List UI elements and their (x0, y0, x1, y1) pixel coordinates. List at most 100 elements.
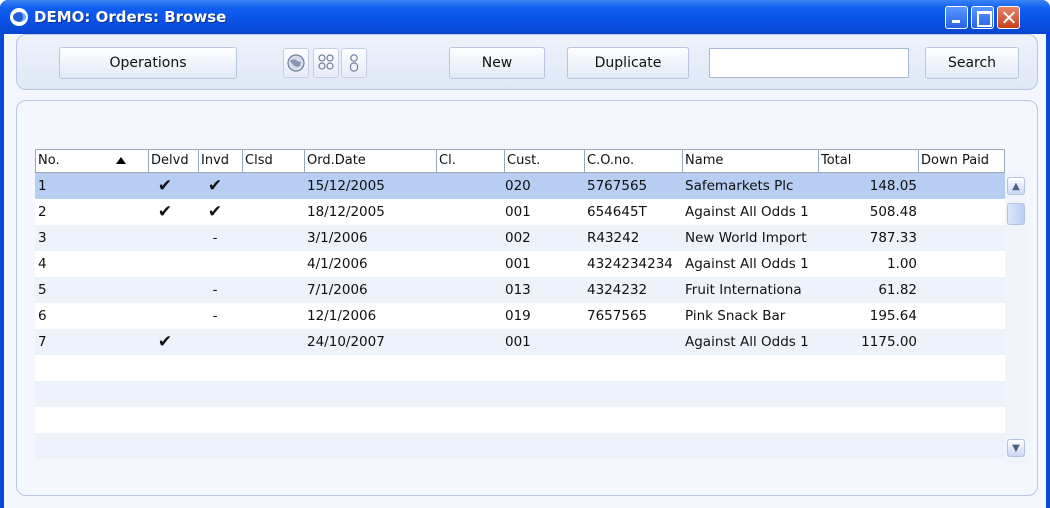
column-header-no[interactable]: No. (36, 150, 148, 172)
scroll-down-icon[interactable]: ▼ (1007, 439, 1025, 457)
cell-delivered (147, 303, 183, 329)
cell-invoiced: - (212, 230, 218, 246)
orders-table: No. Delvd Invd Clsd Ord.Date Cl. Cust. C… (35, 149, 1027, 467)
cell-co-no: 7657565 (587, 308, 648, 324)
cell-order-date: 4/1/2006 (307, 256, 368, 272)
empty-row (35, 433, 1005, 459)
cell-total: 508.48 (869, 204, 917, 220)
cell-delivered (147, 251, 183, 277)
duplicate-button[interactable]: Duplicate (567, 47, 689, 79)
cell-no: 2 (38, 204, 47, 220)
cell-order-date: 18/12/2005 (307, 204, 385, 220)
table-row[interactable]: 1 ✔ ✔ 15/12/2005 020 5767565 Safemarkets… (35, 173, 1005, 199)
cell-delivered (147, 225, 183, 251)
cell-no: 4 (38, 256, 47, 272)
cell-order-date: 15/12/2005 (307, 178, 385, 194)
column-header-ord-date[interactable]: Ord.Date (304, 150, 436, 172)
cell-no: 1 (38, 178, 47, 194)
table-header: No. Delvd Invd Clsd Ord.Date Cl. Cust. C… (35, 149, 1005, 173)
table-row[interactable]: 6 - 12/1/2006 019 7657565 Pink Snack Bar… (35, 303, 1005, 329)
column-header-delvd[interactable]: Delvd (148, 150, 198, 172)
maximize-button[interactable] (971, 6, 994, 29)
cell-order-date: 24/10/2007 (307, 334, 385, 350)
cell-co-no: 654645T (587, 204, 647, 220)
column-header-cust[interactable]: Cust. (504, 150, 584, 172)
cell-total: 148.05 (869, 178, 917, 194)
table-row[interactable]: 2 ✔ ✔ 18/12/2005 001 654645T Against All… (35, 199, 1005, 225)
table-row[interactable]: 5 - 7/1/2006 013 4324232 Fruit Internati… (35, 277, 1005, 303)
cell-name: New World Import (685, 230, 807, 246)
cell-customer: 013 (505, 282, 531, 298)
person-icon[interactable] (341, 48, 367, 78)
table-row[interactable]: 3 - 3/1/2006 002 R43242 New World Import… (35, 225, 1005, 251)
column-header-cl[interactable]: Cl. (436, 150, 504, 172)
search-input[interactable] (709, 48, 909, 78)
cell-order-date: 12/1/2006 (307, 308, 377, 324)
operations-button[interactable]: Operations (59, 47, 237, 79)
cell-customer: 001 (505, 204, 531, 220)
scroll-thumb[interactable] (1007, 203, 1025, 225)
cell-name: Pink Snack Bar (685, 308, 786, 324)
app-icon (10, 8, 28, 26)
column-header-down-paid[interactable]: Down Paid (918, 150, 1006, 172)
cell-delivered (147, 277, 183, 303)
cell-no: 3 (38, 230, 47, 246)
window-title: DEMO: Orders: Browse (34, 8, 227, 26)
cell-no: 5 (38, 282, 47, 298)
cell-invoiced: ✔ (207, 202, 223, 222)
vertical-scrollbar[interactable]: ▲ ▼ (1005, 173, 1027, 465)
people-icon[interactable] (313, 48, 339, 78)
cell-invoiced: - (212, 308, 218, 324)
cell-delivered: ✔ (157, 332, 173, 352)
column-header-total[interactable]: Total (818, 150, 918, 172)
cell-co-no: 5767565 (587, 178, 648, 194)
close-button[interactable] (997, 6, 1020, 29)
cell-invoiced: ✔ (207, 176, 223, 196)
cell-invoiced (197, 251, 233, 277)
cell-customer: 002 (505, 230, 531, 246)
cell-name: Against All Odds 1 (685, 334, 809, 350)
cell-name: Against All Odds 1 (685, 256, 809, 272)
app-window: DEMO: Orders: Browse Operations New Dupl… (0, 0, 1050, 508)
cell-name: Safemarkets Plc (685, 178, 794, 194)
table-row[interactable]: 4 4/1/2006 001 4324234234 Against All Od… (35, 251, 1005, 277)
table-body: 1 ✔ ✔ 15/12/2005 020 5767565 Safemarkets… (35, 173, 1005, 459)
empty-row (35, 407, 1005, 433)
cell-co-no: 4324234234 (587, 256, 673, 272)
column-header-invd[interactable]: Invd (198, 150, 242, 172)
cell-total: 1.00 (886, 256, 917, 272)
cell-no: 7 (38, 334, 47, 350)
cell-co-no (587, 329, 683, 355)
cell-no: 6 (38, 308, 47, 324)
cell-delivered: ✔ (157, 176, 173, 196)
globe-icon[interactable] (283, 48, 309, 78)
minimize-button[interactable] (945, 6, 968, 29)
cell-total: 787.33 (869, 230, 917, 246)
cell-order-date: 3/1/2006 (307, 230, 368, 246)
cell-total: 195.64 (869, 308, 917, 324)
cell-name: Fruit Internationa (685, 282, 802, 298)
column-header-name[interactable]: Name (682, 150, 818, 172)
column-header-clsd[interactable]: Clsd (242, 150, 304, 172)
cell-order-date: 7/1/2006 (307, 282, 368, 298)
column-header-co-no[interactable]: C.O.no. (584, 150, 682, 172)
empty-row (35, 381, 1005, 407)
scroll-up-icon[interactable]: ▲ (1007, 177, 1025, 195)
cell-total: 1175.00 (861, 334, 917, 350)
cell-customer: 019 (505, 308, 531, 324)
cell-total: 61.82 (878, 282, 917, 298)
cell-invoiced (197, 329, 233, 355)
cell-co-no: 4324232 (587, 282, 648, 298)
table-row[interactable]: 7 ✔ 24/10/2007 001 Against All Odds 1 11… (35, 329, 1005, 355)
title-bar[interactable]: DEMO: Orders: Browse (0, 0, 1050, 34)
cell-co-no: R43242 (587, 230, 640, 246)
cell-name: Against All Odds 1 (685, 204, 809, 220)
browse-panel: No. Delvd Invd Clsd Ord.Date Cl. Cust. C… (16, 100, 1038, 496)
search-button[interactable]: Search (925, 47, 1019, 79)
new-button[interactable]: New (449, 47, 545, 79)
sort-ascending-icon (116, 157, 126, 164)
toolbar: Operations New Duplicate Search (16, 34, 1038, 90)
empty-row (35, 355, 1005, 381)
cell-invoiced: - (212, 282, 218, 298)
cell-delivered: ✔ (157, 202, 173, 222)
